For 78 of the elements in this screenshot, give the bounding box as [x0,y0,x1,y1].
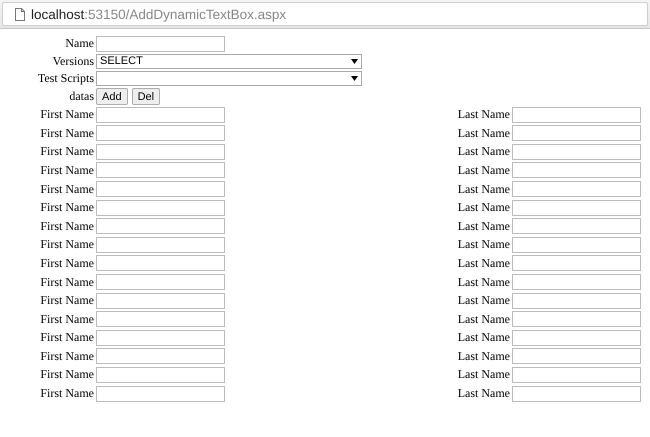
last-name-field[interactable] [512,162,641,178]
first-name-field[interactable] [96,125,225,142]
first-name-field[interactable] [96,311,225,328]
last-name-label: Last Name [458,107,510,122]
last-name-field[interactable] [512,348,641,364]
page-icon [15,8,25,20]
last-name-field[interactable] [512,236,641,253]
first-name-field[interactable] [96,218,225,234]
first-name-field[interactable] [96,255,225,272]
last-name-label: Last Name [458,256,510,271]
first-name-field[interactable] [96,330,225,346]
last-name-field[interactable] [512,311,641,328]
first-name-label: First Name [39,144,94,160]
dropdown[interactable]: SELECT [96,54,362,69]
last-name-field[interactable] [512,144,641,160]
first-name-field[interactable] [96,106,225,123]
first-name-label: First Name [39,330,94,346]
last-name-field[interactable] [512,106,641,123]
last-name-label: Last Name [458,274,510,290]
last-name-field[interactable] [512,366,641,383]
last-name-label: Last Name [458,330,510,346]
last-name-label: Last Name [458,348,510,364]
first-name-label: First Name [39,107,94,122]
first-name-label: First Name [39,312,94,327]
last-name-label: Last Name [458,162,510,178]
first-name-field[interactable] [96,236,225,253]
address-field[interactable]: localhost:53150/AddDynamicTextBox.aspx [2,2,648,26]
last-name-label: Last Name [458,312,510,327]
last-name-field[interactable] [512,274,641,290]
last-name-field[interactable] [512,218,641,234]
first-name-label: First Name [39,256,94,271]
first-name-label: First Name [39,200,94,216]
first-name-field[interactable] [96,144,225,160]
url-text: localhost:53150/AddDynamicTextBox.aspx [31,6,286,22]
last-name-label: Last Name [458,200,510,216]
last-name-label: Last Name [458,237,510,252]
first-name-field[interactable] [96,292,225,309]
last-name-label: Last Name [458,126,510,141]
last-name-field[interactable] [512,255,641,272]
first-name-field[interactable] [96,274,225,290]
first-name-field[interactable] [96,366,225,383]
field-label: datas [68,89,94,104]
form-button[interactable]: Add [96,88,128,106]
last-name-field[interactable] [512,330,641,346]
first-name-field[interactable] [96,348,225,364]
dropdown-arrow-icon [351,58,358,64]
first-name-label: First Name [39,126,94,141]
first-name-field[interactable] [96,386,225,402]
first-name-field[interactable] [96,181,225,198]
last-name-label: Last Name [458,218,510,234]
first-name-field[interactable] [96,200,225,216]
dropdown[interactable] [96,71,362,86]
first-name-label: First Name [39,293,94,308]
form-button[interactable]: Del [132,88,160,106]
field-label: Name [64,36,94,52]
last-name-label: Last Name [458,144,510,160]
last-name-field[interactable] [512,386,641,402]
field-label: Versions [52,54,94,69]
last-name-label: Last Name [458,367,510,382]
first-name-label: First Name [39,218,94,234]
last-name-label: Last Name [458,182,510,197]
text-field[interactable] [96,36,225,52]
first-name-field[interactable] [96,162,225,178]
last-name-field[interactable] [512,125,641,142]
last-name-field[interactable] [512,292,641,309]
first-name-label: First Name [39,274,94,290]
last-name-label: Last Name [458,386,510,402]
field-label: Test Scripts [36,71,94,86]
last-name-label: Last Name [458,293,510,308]
first-name-label: First Name [39,386,94,402]
last-name-field[interactable] [512,181,641,198]
last-name-field[interactable] [512,200,641,216]
first-name-label: First Name [39,348,94,364]
first-name-label: First Name [39,162,94,178]
first-name-label: First Name [39,367,94,382]
first-name-label: First Name [39,237,94,252]
first-name-label: First Name [39,182,94,197]
dropdown-arrow-icon [351,76,358,82]
